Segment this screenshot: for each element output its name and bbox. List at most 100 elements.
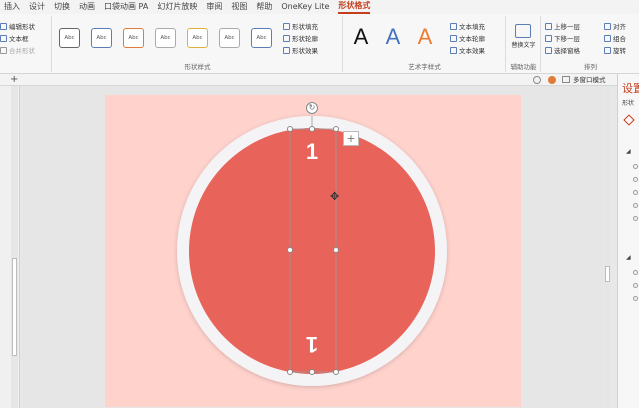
wordart-style-orange[interactable]: A [412, 22, 438, 52]
shape-effect-button[interactable]: 形状效果 [283, 44, 318, 56]
alt-text-icon[interactable] [515, 24, 531, 38]
fill-option-4[interactable] [633, 203, 638, 208]
fill-option-1[interactable] [633, 164, 638, 169]
resize-handle-top[interactable] [309, 126, 315, 132]
resize-handle-right[interactable] [333, 247, 339, 253]
shape-style-swatch-4[interactable]: Abc [155, 28, 176, 48]
slide-thumbnails-pane [0, 86, 20, 408]
menu-view[interactable]: 视图 [231, 0, 247, 14]
add-slide-icon[interactable]: + [10, 74, 18, 85]
shape-fill-button[interactable]: 形状填充 [283, 20, 318, 32]
canvas-scrollbar[interactable] [604, 86, 611, 408]
menu-onekey[interactable]: OneKey Lite [281, 0, 329, 14]
shape-styles-group: Abc Abc Abc Abc Abc Abc Abc 形状填充 形状轮廓 形状… [53, 16, 343, 72]
shape-style-swatch-7[interactable]: Abc [251, 28, 272, 48]
rotate-handle-icon[interactable]: ↻ [306, 102, 318, 114]
text-fill-label: 文本填充 [459, 23, 485, 31]
text-outline-label: 文本轮廓 [459, 35, 485, 43]
rotate-icon [604, 46, 611, 54]
edit-shape-icon [0, 22, 7, 30]
menu-transitions[interactable]: 切换 [54, 0, 70, 14]
line-option-3[interactable] [633, 296, 638, 301]
fill-line-icon[interactable] [623, 114, 635, 126]
shape-effect-label: 形状效果 [292, 47, 318, 55]
selection-pane-icon [545, 46, 552, 54]
slide[interactable]: ↻ + 1 1 ✥ [105, 95, 521, 407]
text-fill-button[interactable]: 文本填充 [450, 20, 485, 32]
thumbnails-scrollbar[interactable] [11, 86, 18, 408]
resize-handle-bottom-left[interactable] [287, 369, 293, 375]
bring-forward-button[interactable]: 上移一层 [545, 20, 580, 32]
merge-shapes-button[interactable]: 合并形状 [0, 44, 51, 56]
resize-handle-bottom[interactable] [309, 369, 315, 375]
menu-animations[interactable]: 动画 [79, 0, 95, 14]
resize-handle-top-right[interactable] [333, 126, 339, 132]
insert-shapes-group: 编辑形状 文本框 合并形状 [0, 16, 52, 72]
bottom-mark: 1 [305, 332, 319, 357]
text-outline-icon [450, 34, 457, 42]
bring-forward-label: 上移一层 [554, 23, 580, 31]
fill-option-5[interactable] [633, 216, 638, 221]
accessibility-group: 替换文字 辅助功能 [507, 16, 541, 72]
resize-handle-bottom-right[interactable] [333, 369, 339, 375]
menu-design[interactable]: 设计 [29, 0, 45, 14]
resize-handle-top-left[interactable] [287, 126, 293, 132]
edit-shape-button[interactable]: 编辑形状 [0, 20, 51, 32]
alt-text-button[interactable]: 替换文字 [507, 42, 540, 50]
fill-option-2[interactable] [633, 177, 638, 182]
collapse-fill-icon[interactable]: ◢ [626, 148, 631, 155]
rotate-label: 旋转 [613, 47, 626, 55]
send-backward-button[interactable]: 下移一层 [545, 32, 580, 44]
resize-handle-left[interactable] [287, 247, 293, 253]
menu-pocket-animation[interactable]: 口袋动画 PA [104, 0, 148, 14]
multi-window-button[interactable]: 多窗口模式 [573, 75, 606, 85]
menu-slideshow[interactable]: 幻灯片放映 [157, 0, 197, 14]
merge-shapes-icon [0, 46, 7, 54]
line-option-1[interactable] [633, 270, 638, 275]
shape-outline-button[interactable]: 形状轮廓 [283, 32, 318, 44]
rotate-button[interactable]: 旋转 [604, 44, 626, 56]
menu-bar: 插入 设计 切换 动画 口袋动画 PA 幻灯片放映 审阅 视图 帮助 OneKe… [0, 0, 639, 14]
menu-review[interactable]: 审阅 [206, 0, 222, 14]
edit-shape-label: 编辑形状 [9, 23, 35, 31]
text-box-label: 文本框 [9, 35, 29, 43]
shape-outline-label: 形状轮廓 [292, 35, 318, 43]
tab-strip: + 多窗口模式 [0, 74, 639, 86]
menu-help[interactable]: 帮助 [256, 0, 272, 14]
text-outline-button[interactable]: 文本轮廓 [450, 32, 485, 44]
fill-option-3[interactable] [633, 190, 638, 195]
group-label: 组合 [613, 35, 626, 43]
text-effect-button[interactable]: 文本效果 [450, 44, 485, 56]
thumbnails-scroll-thumb[interactable] [12, 258, 17, 356]
menu-shape-format[interactable]: 形状格式 [338, 0, 371, 14]
shape-fill-label: 形状填充 [292, 23, 318, 31]
group-button[interactable]: 组合 [604, 32, 626, 44]
paint-bucket-icon [283, 22, 290, 30]
arrange-label: 排列 [584, 63, 597, 71]
bring-forward-icon [545, 22, 552, 30]
settings-icon[interactable] [548, 76, 556, 84]
move-cursor-icon: ✥ [330, 190, 340, 203]
accessibility-label: 辅助功能 [510, 63, 537, 71]
align-button[interactable]: 对齐 [604, 20, 626, 32]
text-box-button[interactable]: 文本框 [0, 32, 51, 44]
shape-style-swatch-5[interactable]: Abc [187, 28, 208, 48]
shape-style-swatch-2[interactable]: Abc [91, 28, 112, 48]
shape-style-swatch-3[interactable]: Abc [123, 28, 144, 48]
zoom-icon[interactable] [533, 76, 541, 84]
top-mark: 1 [305, 139, 319, 164]
wordart-style-blue[interactable]: A [380, 22, 406, 52]
effect-icon [283, 46, 290, 54]
shape-style-swatch-1[interactable]: Abc [59, 28, 80, 48]
wordart-style-black[interactable]: A [348, 22, 374, 52]
layout-options-icon[interactable]: + [343, 131, 359, 146]
selection-pane-button[interactable]: 选择窗格 [545, 44, 580, 56]
line-option-2[interactable] [633, 283, 638, 288]
group-icon [604, 34, 611, 42]
collapse-line-icon[interactable]: ◢ [626, 254, 631, 261]
merge-shapes-label: 合并形状 [9, 47, 35, 55]
ribbon: 编辑形状 文本框 合并形状 Abc Abc Abc Abc Abc Abc Ab… [0, 14, 639, 74]
canvas-scroll-thumb[interactable] [605, 266, 610, 282]
menu-insert[interactable]: 插入 [4, 0, 20, 14]
shape-style-swatch-6[interactable]: Abc [219, 28, 240, 48]
